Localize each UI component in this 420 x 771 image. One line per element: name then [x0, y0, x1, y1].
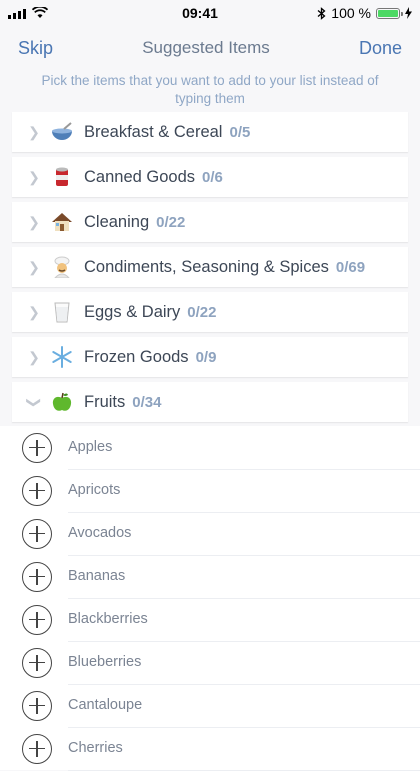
chevron-down-icon: ❯ — [26, 396, 43, 408]
snowflake-icon — [48, 345, 76, 369]
chevron-right-icon: ❯ — [28, 168, 40, 185]
list-item[interactable]: Blackberries — [0, 598, 420, 642]
add-circle-icon[interactable] — [22, 475, 52, 506]
chevron-right-icon: ❯ — [28, 303, 40, 320]
item-name: Bananas — [68, 555, 420, 599]
item-name: Avocados — [68, 512, 420, 556]
category-cleaning[interactable]: ❯ Cleaning 0/22 — [12, 202, 408, 242]
can-icon — [48, 165, 76, 189]
category-label: Eggs & Dairy — [84, 302, 181, 321]
category-fruits[interactable]: ❯ Fruits 0/34 — [12, 382, 408, 422]
milk-glass-icon — [48, 300, 76, 324]
category-count: 0/6 — [202, 168, 223, 186]
category-count: 0/22 — [187, 303, 217, 321]
list-item[interactable]: Avocados — [0, 512, 420, 556]
signal-bars-icon — [8, 8, 26, 19]
chevron-right-icon: ❯ — [28, 123, 40, 140]
house-icon — [48, 210, 76, 234]
list-item[interactable]: Cherries — [0, 727, 420, 771]
category-count: 0/9 — [195, 348, 217, 366]
category-condiments[interactable]: ❯ Condiments, Seasoning & Spices 0/69 — [12, 247, 408, 287]
add-circle-icon[interactable] — [22, 518, 52, 549]
status-bar: 09:41 100 % — [0, 0, 420, 26]
add-circle-icon[interactable] — [22, 647, 52, 678]
list-item[interactable]: Bananas — [0, 555, 420, 599]
chef-icon — [48, 255, 76, 279]
cereal-bowl-icon — [48, 120, 76, 144]
list-item[interactable]: Apricots — [0, 469, 420, 513]
category-frozen-goods[interactable]: ❯ Frozen Goods 0/9 — [12, 337, 408, 377]
status-time: 09:41 — [182, 5, 218, 21]
category-count: 0/69 — [335, 258, 366, 276]
navigation-bar: Skip Suggested Items Done — [0, 26, 420, 70]
list-item[interactable]: Apples — [0, 426, 420, 470]
category-list: ❯ Breakfast & Cereal 0/5 ❯ Canned Goods … — [0, 112, 420, 422]
fruit-items-list: Apples Apricots Avocados Bananas Blackbe… — [0, 426, 420, 771]
instruction-text: Pick the items that you want to add to y… — [41, 73, 379, 106]
item-name: Cherries — [68, 727, 420, 771]
item-name: Cantaloupe — [68, 684, 420, 728]
add-circle-icon[interactable] — [22, 733, 52, 764]
category-label: Breakfast & Cereal — [84, 122, 223, 141]
list-item[interactable]: Cantaloupe — [0, 684, 420, 728]
item-name: Blackberries — [68, 598, 420, 642]
category-count: 0/5 — [229, 123, 251, 141]
category-label: Fruits — [84, 392, 126, 411]
category-count: 0/34 — [132, 393, 162, 411]
category-canned-goods[interactable]: ❯ Canned Goods 0/6 — [12, 157, 408, 197]
item-name: Apples — [68, 426, 420, 470]
add-circle-icon[interactable] — [22, 604, 52, 635]
add-circle-icon[interactable] — [22, 690, 52, 721]
category-eggs-dairy[interactable]: ❯ Eggs & Dairy 0/22 — [12, 292, 408, 332]
battery-percent: 100 % — [331, 5, 371, 21]
chevron-right-icon: ❯ — [28, 348, 40, 365]
green-apple-icon — [48, 390, 76, 414]
done-button[interactable]: Done — [359, 38, 402, 59]
add-circle-icon[interactable] — [22, 561, 52, 592]
battery-icon — [376, 7, 403, 19]
skip-button[interactable]: Skip — [18, 38, 53, 59]
add-circle-icon[interactable] — [22, 432, 52, 463]
page-title: Suggested Items — [142, 38, 270, 57]
category-label: Cleaning — [84, 212, 150, 231]
category-label: Frozen Goods — [84, 347, 189, 366]
wifi-icon — [32, 7, 48, 18]
category-label: Condiments, Seasoning & Spices — [84, 257, 329, 276]
chevron-right-icon: ❯ — [28, 258, 40, 275]
category-label: Canned Goods — [84, 167, 195, 186]
category-breakfast-cereal[interactable]: ❯ Breakfast & Cereal 0/5 — [12, 112, 408, 152]
item-name: Apricots — [68, 469, 420, 513]
item-name: Blueberries — [68, 641, 420, 685]
category-count: 0/22 — [156, 213, 186, 231]
bluetooth-icon — [317, 6, 326, 20]
chevron-right-icon: ❯ — [28, 213, 40, 230]
charging-bolt-icon — [405, 7, 412, 19]
list-item[interactable]: Blueberries — [0, 641, 420, 685]
